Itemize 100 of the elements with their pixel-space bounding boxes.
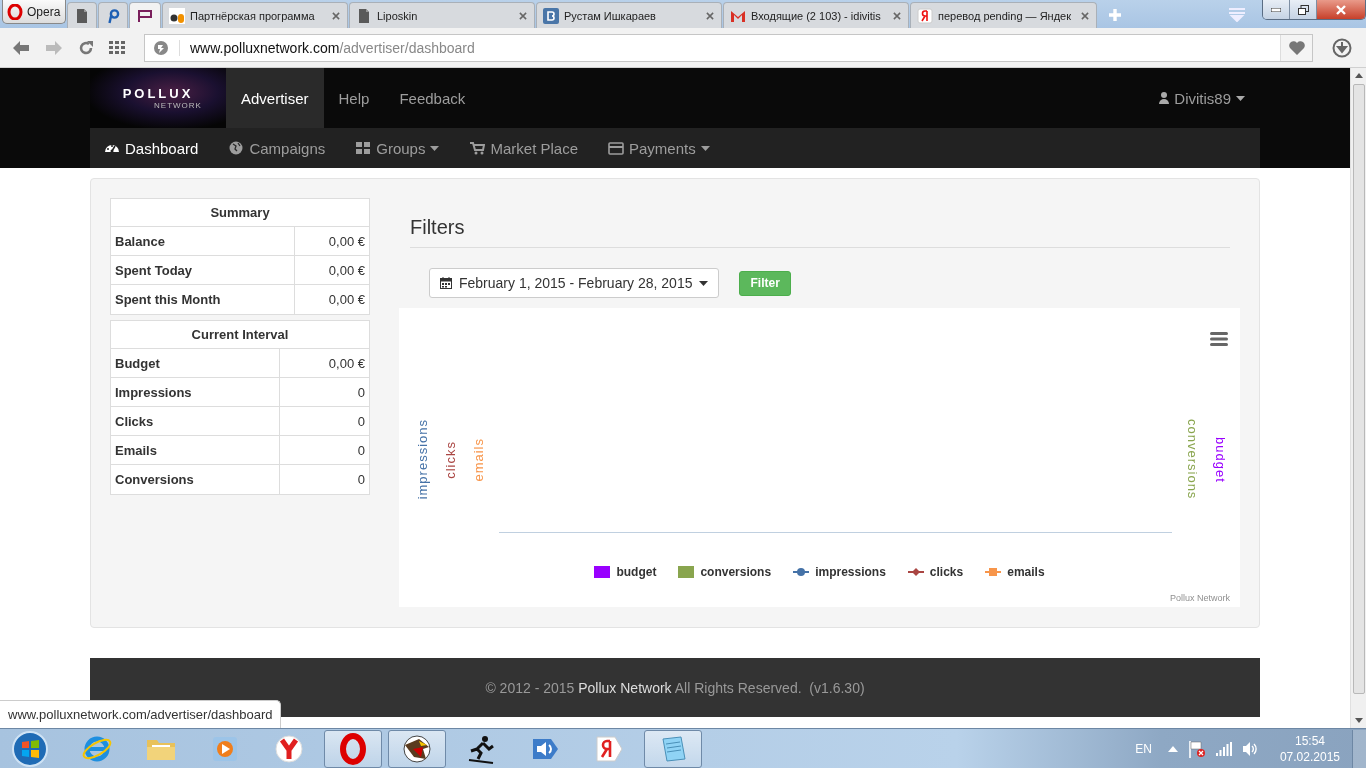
table-cell-text: 0 bbox=[356, 471, 366, 489]
table-cell-text: 0 bbox=[356, 412, 366, 431]
scrollbar[interactable] bbox=[1350, 68, 1366, 728]
caret-icon bbox=[430, 145, 440, 151]
page-icon bbox=[356, 7, 372, 24]
table-header: Current Interval bbox=[111, 321, 369, 349]
caret-icon bbox=[1236, 95, 1245, 101]
opera-logo-icon bbox=[7, 3, 23, 20]
axis-title: clicks bbox=[443, 440, 459, 479]
signal-icon[interactable] bbox=[1215, 741, 1232, 756]
scroll-down-icon[interactable] bbox=[1354, 718, 1363, 723]
table-header: Summary bbox=[111, 199, 369, 227]
close-icon[interactable] bbox=[518, 10, 528, 21]
flag-icon[interactable] bbox=[1187, 739, 1206, 758]
date-range-button[interactable]: February 1, 2015 - February 28, 2015 bbox=[429, 268, 720, 298]
table-cell-text: 0 bbox=[356, 383, 366, 402]
opera-icon bbox=[337, 732, 369, 765]
section-heading: Filters bbox=[410, 216, 1230, 248]
table-cell-text: 0,00 € bbox=[327, 354, 366, 373]
rho-icon bbox=[105, 7, 121, 24]
p-logo-icon bbox=[137, 7, 153, 24]
grid-icon bbox=[355, 140, 372, 156]
browser-tab[interactable]: Liposkin bbox=[349, 2, 535, 28]
page-icon bbox=[74, 7, 90, 24]
site-info-icon[interactable] bbox=[153, 39, 169, 56]
calendar-icon bbox=[440, 277, 452, 289]
nav-link[interactable]: Campaigns bbox=[228, 139, 326, 157]
grid-icon[interactable] bbox=[109, 40, 125, 55]
scroll-up-icon[interactable] bbox=[1354, 73, 1363, 78]
browser-tab[interactable] bbox=[98, 2, 128, 28]
legend-label[interactable]: emails bbox=[1007, 565, 1045, 579]
taskbar-button[interactable] bbox=[388, 729, 446, 768]
close-button[interactable] bbox=[1317, 0, 1365, 19]
table-cell: Spent this Month bbox=[111, 285, 295, 314]
heart-icon bbox=[1287, 39, 1306, 56]
back-icon[interactable] bbox=[12, 39, 30, 56]
table-cell: Budget bbox=[111, 349, 280, 377]
footer-link[interactable]: Pollux Network bbox=[578, 679, 672, 696]
table-cell-text: 0,00 € bbox=[327, 261, 366, 280]
nav-link[interactable]: Advertiser bbox=[226, 68, 324, 128]
axis-title: budget bbox=[1212, 436, 1228, 483]
browser-tab[interactable]: Рустам Ишкараев bbox=[536, 2, 722, 28]
nav-link[interactable]: Feedback bbox=[384, 68, 481, 128]
legend-label[interactable]: impressions bbox=[815, 565, 886, 579]
browser-tab[interactable]: перевод pending — Яндек bbox=[910, 2, 1097, 28]
user-menu[interactable]: Divitis89 bbox=[1144, 68, 1260, 128]
yandex-icon bbox=[917, 7, 933, 24]
table-cell: Balance bbox=[111, 227, 295, 255]
axis-title: emails bbox=[471, 437, 487, 482]
caret-icon bbox=[700, 145, 710, 151]
legend-label[interactable]: conversions bbox=[700, 565, 772, 579]
volume-icon[interactable] bbox=[1241, 740, 1258, 757]
status-url: www.polluxnetwork.com/advertiser/dashboard bbox=[0, 700, 282, 728]
axis-title: conversions bbox=[1184, 419, 1200, 500]
nav-link[interactable]: Market Place bbox=[469, 139, 578, 157]
table-cell: Clicks bbox=[111, 407, 280, 435]
table-cell: Emails bbox=[111, 436, 280, 464]
caret-icon bbox=[699, 280, 709, 286]
table-cell-text: 0 bbox=[356, 441, 366, 460]
nav-link[interactable]: Help bbox=[323, 68, 385, 128]
cart-icon bbox=[469, 140, 486, 156]
bookmark-button[interactable] bbox=[1280, 34, 1312, 61]
browser-tab[interactable] bbox=[67, 2, 97, 28]
user-icon bbox=[1159, 92, 1170, 104]
close-icon[interactable] bbox=[705, 10, 715, 21]
show-hidden-icons[interactable] bbox=[1167, 745, 1178, 752]
eagle-icon bbox=[401, 732, 433, 765]
restore-icon bbox=[1297, 4, 1309, 15]
nav-link[interactable]: Groups bbox=[355, 139, 440, 157]
restore-button[interactable] bbox=[1290, 0, 1317, 19]
menu-icon[interactable] bbox=[1210, 332, 1228, 346]
close-icon[interactable] bbox=[892, 10, 902, 21]
close-icon bbox=[1335, 4, 1347, 15]
nav-link[interactable]: Payments bbox=[608, 139, 710, 157]
axis-title: impressions bbox=[415, 419, 431, 500]
table-cell: Impressions bbox=[111, 378, 280, 406]
nav-link[interactable]: Dashboard bbox=[104, 139, 199, 157]
close-icon[interactable] bbox=[331, 10, 341, 21]
close-icon[interactable] bbox=[1080, 10, 1090, 21]
legend-label[interactable]: clicks bbox=[929, 565, 964, 579]
table-cell-text: 0,00 € bbox=[327, 291, 366, 309]
globe-icon bbox=[228, 140, 245, 156]
table-cell: Spent Today bbox=[111, 256, 295, 284]
table-cell-text: 0,00 € bbox=[327, 232, 366, 251]
opera-menu-button[interactable]: Opera bbox=[2, 0, 66, 24]
minimize-icon bbox=[1271, 7, 1281, 12]
address-field[interactable]: www.polluxnetwork.com/advertiser/dashboard bbox=[144, 33, 1313, 62]
legend-label[interactable]: budget bbox=[616, 565, 657, 579]
footer-text: © 2012 - 2015 Pollux Network All Rights Reserved. (v1.6.30) bbox=[485, 679, 865, 696]
y-browser-icon bbox=[273, 732, 305, 765]
browser-tab[interactable]: Партнёрская программа bbox=[162, 2, 348, 28]
table-cell: Conversions bbox=[111, 465, 280, 494]
site-logo-icon bbox=[169, 7, 185, 24]
vk-icon bbox=[543, 7, 559, 24]
reload-icon[interactable] bbox=[78, 39, 94, 56]
browser-tab[interactable]: Входящие (2 103) - idivitis bbox=[723, 2, 909, 28]
pollux-logo[interactable]: POLLUX NETWORK bbox=[90, 68, 226, 128]
credit-card-icon bbox=[608, 140, 624, 156]
browser-tab[interactable] bbox=[129, 2, 161, 28]
download-icon[interactable] bbox=[1332, 37, 1352, 58]
